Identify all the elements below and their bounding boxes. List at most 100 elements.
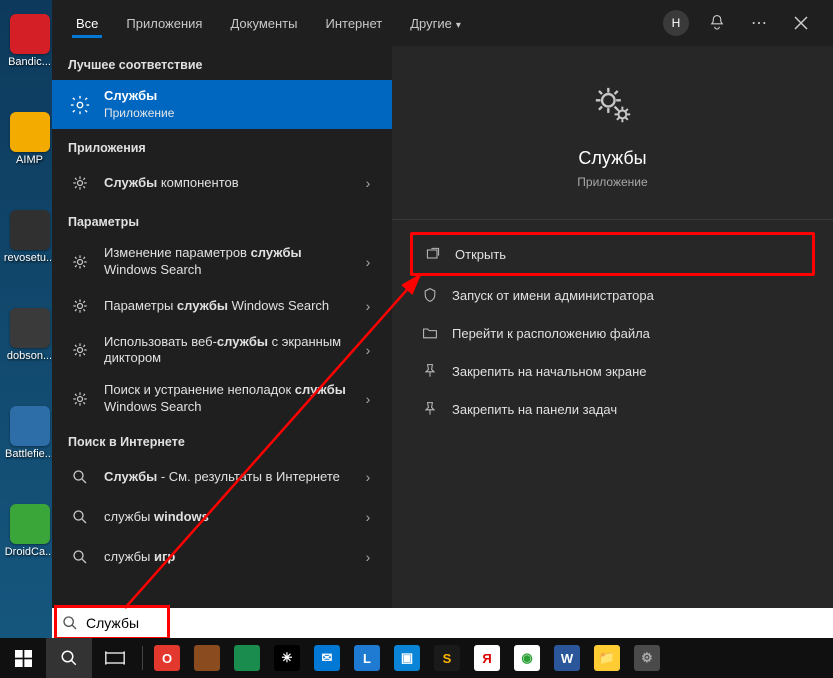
tab-label: Интернет (325, 16, 382, 31)
desktop-icon[interactable]: AIMP (2, 112, 57, 166)
chevron-right-icon: › (356, 342, 380, 358)
taskbar-app[interactable]: Я (467, 638, 507, 678)
search-tab[interactable]: Все (62, 4, 112, 43)
preview-action[interactable]: Перейти к расположению файла (410, 314, 815, 352)
desktop-icon-label: revosetu... (2, 252, 57, 264)
app-icon (10, 406, 50, 446)
settings-result[interactable]: Изменение параметров службы Windows Sear… (52, 237, 392, 286)
result-label: Службы - См. результаты в Интернете (104, 469, 356, 485)
taskbar-app[interactable]: ⚙ (627, 638, 667, 678)
app-icon: O (154, 645, 180, 671)
web-result[interactable]: службы игр› (52, 537, 392, 577)
search-icon (68, 545, 92, 569)
desktop-icon-label: dobson... (2, 350, 57, 362)
search-body: Лучшее соответствие Службы Приложение Пр… (52, 46, 833, 638)
taskbar-app[interactable]: 📁 (587, 638, 627, 678)
web-result[interactable]: службы windows› (52, 497, 392, 537)
taskbar-app[interactable]: ✉ (307, 638, 347, 678)
settings-result[interactable]: Использовать веб-службы с экранным дикто… (52, 326, 392, 375)
preview-action[interactable]: Открыть (410, 232, 815, 276)
taskbar-app[interactable]: L (347, 638, 387, 678)
action-label: Перейти к расположению файла (452, 326, 650, 341)
app-icon (194, 645, 220, 671)
app-icon: S (434, 645, 460, 671)
preview-title: Службы (578, 148, 646, 169)
settings-icon (68, 338, 92, 362)
desktop-icon-label: DroidCa... (2, 546, 57, 558)
feedback-icon[interactable] (703, 9, 731, 37)
start-button[interactable] (0, 638, 46, 678)
preview-action[interactable]: Закрепить на начальном экране (410, 352, 815, 390)
desktop-icon[interactable]: Bandic... (2, 14, 57, 68)
taskbar-app[interactable]: ✳ (267, 638, 307, 678)
chevron-right-icon: › (356, 175, 380, 191)
desktop-icon-label: Bandic... (2, 56, 57, 68)
taskbar: O ✳ ✉ L ▣ SЯ ◉ W 📁 ⚙ (0, 638, 833, 678)
preview-action[interactable]: Закрепить на панели задач (410, 390, 815, 428)
task-view-button[interactable] (92, 638, 138, 678)
taskbar-app[interactable] (227, 638, 267, 678)
tab-label: Документы (230, 16, 297, 31)
search-tab[interactable]: Приложения (112, 4, 216, 43)
folder-icon (420, 323, 440, 343)
taskbar-app[interactable]: ▣ (387, 638, 427, 678)
search-input-bar[interactable] (52, 608, 833, 638)
close-icon[interactable] (787, 9, 815, 37)
result-label: Использовать веб-службы с экранным дикто… (104, 334, 356, 367)
chevron-right-icon: › (356, 549, 380, 565)
section-web: Поиск в Интернете (52, 423, 392, 457)
app-icon: ▣ (394, 645, 420, 671)
result-label: Параметры службы Windows Search (104, 298, 356, 314)
gear-icon (68, 171, 92, 195)
app-result[interactable]: Службы компонентов› (52, 163, 392, 203)
taskbar-app[interactable]: S (427, 638, 467, 678)
chevron-right-icon: › (356, 509, 380, 525)
web-result[interactable]: Службы - См. результаты в Интернете› (52, 457, 392, 497)
app-icon: L (354, 645, 380, 671)
app-icon: ✉ (314, 645, 340, 671)
search-tab[interactable]: Интернет (311, 4, 396, 43)
taskbar-app[interactable] (187, 638, 227, 678)
more-icon[interactable]: ⋯ (745, 9, 773, 37)
section-apps: Приложения (52, 129, 392, 163)
settings-icon (68, 387, 92, 411)
app-icon: ✳ (274, 645, 300, 671)
action-label: Закрепить на панели задач (452, 402, 617, 417)
desktop-icon[interactable]: revosetu... (2, 210, 57, 264)
result-label: Службы компонентов (104, 175, 356, 191)
app-icon: ◉ (514, 645, 540, 671)
user-avatar[interactable]: Н (663, 10, 689, 36)
app-icon: Я (474, 645, 500, 671)
app-icon: 📁 (594, 645, 620, 671)
taskbar-app[interactable]: O (147, 638, 187, 678)
preview-pane: Службы Приложение ОткрытьЗапуск от имени… (392, 46, 833, 638)
pin-taskbar-icon (420, 399, 440, 419)
settings-result[interactable]: Параметры службы Windows Search› (52, 286, 392, 326)
search-icon (62, 615, 78, 631)
gear-icon (68, 93, 92, 117)
pin-start-icon (420, 361, 440, 381)
taskbar-app[interactable]: ◉ (507, 638, 547, 678)
search-tab[interactable]: Другие▾ (396, 4, 475, 43)
result-title: Службы (104, 88, 380, 104)
search-tab[interactable]: Документы (216, 4, 311, 43)
tab-label: Приложения (126, 16, 202, 31)
desktop-icon[interactable]: dobson... (2, 308, 57, 362)
best-match-result[interactable]: Службы Приложение (52, 80, 392, 129)
taskbar-search-button[interactable] (46, 638, 92, 678)
search-top-controls: Н ⋯ (663, 9, 823, 37)
section-settings: Параметры (52, 203, 392, 237)
preview-action[interactable]: Запуск от имени администратора (410, 276, 815, 314)
action-label: Открыть (455, 247, 506, 262)
desktop-icon[interactable]: Battlefie... (2, 406, 57, 460)
search-input[interactable] (86, 615, 823, 631)
desktop-icon[interactable]: DroidCa... (2, 504, 57, 558)
tab-label: Другие (410, 16, 452, 31)
action-label: Закрепить на начальном экране (452, 364, 647, 379)
open-icon (423, 244, 443, 264)
taskbar-app[interactable]: W (547, 638, 587, 678)
app-icon (10, 14, 50, 54)
services-gear-icon (586, 78, 640, 132)
settings-result[interactable]: Поиск и устранение неполадок службы Wind… (52, 374, 392, 423)
action-label: Запуск от имени администратора (452, 288, 654, 303)
